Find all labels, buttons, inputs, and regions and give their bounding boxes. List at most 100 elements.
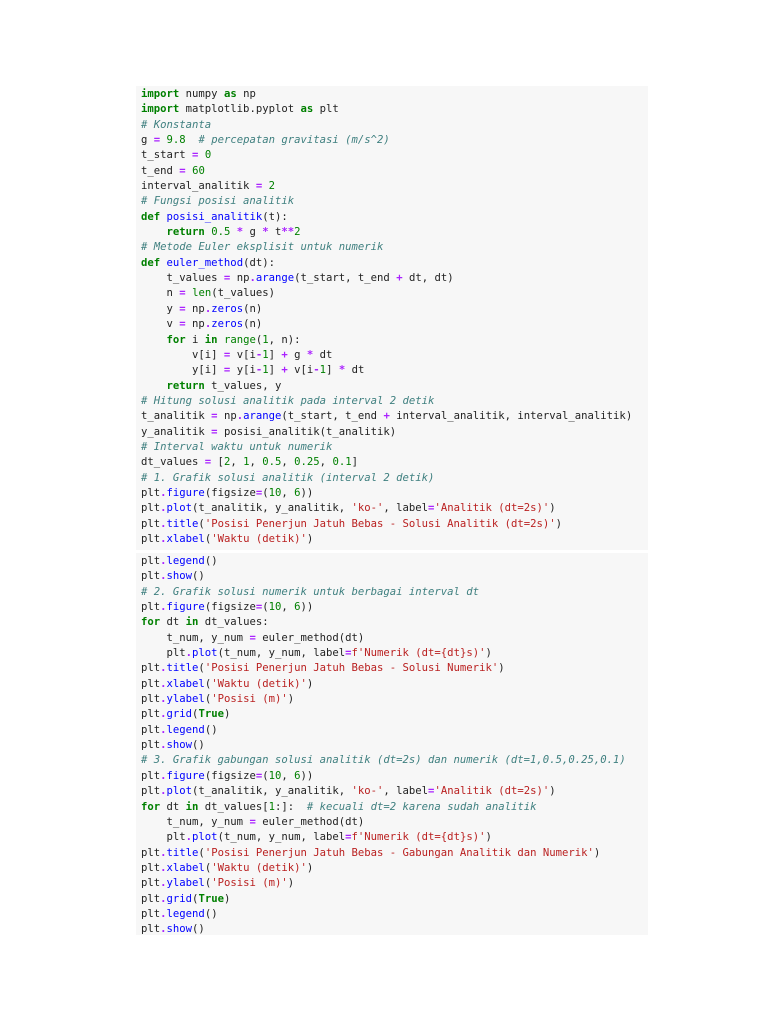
code-token: np (185, 302, 205, 315)
code-token: , (281, 601, 295, 614)
code-token: f'Numerik (dt={dt}s)' (351, 831, 486, 844)
code-token: plt (141, 677, 161, 690)
code-token: (t_start, t_end (281, 410, 384, 423)
code-token: # Konstanta (141, 118, 212, 131)
code-line: y[i] = y[i-1] + v[i-1] * dt (141, 363, 648, 378)
code-line: import matplotlib.pyplot as plt (141, 102, 648, 117)
code-token: grid (166, 708, 193, 721)
code-token: in (185, 616, 199, 629)
code-token: ] (351, 456, 358, 469)
code-token: 'ko-' (351, 785, 384, 798)
code-line: plt.plot(t_num, y_num, label=f'Numerik (… (141, 830, 648, 845)
code-token: ) (485, 647, 492, 660)
code-line: plt.grid(True) (141, 707, 648, 722)
code-token: v[i (287, 364, 314, 377)
code-line: plt.figure(figsize=(10, 6)) (141, 769, 648, 784)
code-token: plt (141, 708, 161, 721)
code-token: legend (166, 555, 205, 567)
code-token: posisi_analitik(t_analitik) (217, 425, 397, 438)
code-token: (t_analitik, y_analitik, (192, 502, 352, 515)
code-token: show (166, 570, 193, 583)
code-token: interval_analitik (141, 180, 256, 193)
code-token: import (141, 103, 180, 116)
code-token: dt_values: (198, 616, 269, 629)
code-token: xlabel (166, 677, 205, 690)
code-token: v[i] (141, 348, 224, 361)
code-token: # percepatan gravitasi (m/s^2) (198, 134, 390, 147)
code-token: plt (141, 517, 161, 530)
code-token: legend (166, 723, 205, 736)
code-token: plot (192, 647, 218, 660)
code-token: # Hitung solusi analitik pada interval 2… (141, 394, 435, 407)
code-line: v = np.zeros(n) (141, 317, 648, 332)
code-token: plt (141, 723, 161, 736)
code-token: dt (345, 364, 365, 377)
code-token: (figsize (204, 486, 256, 499)
code-line: import numpy as np (141, 87, 648, 102)
code-token: 'Analitik (dt=2s)' (434, 502, 550, 515)
code-token: t_num, y_num (141, 815, 250, 828)
code-token: ) (485, 831, 492, 844)
code-line: y = np.zeros(n) (141, 302, 648, 317)
code-token: , (319, 456, 333, 469)
code-token: t_values, y (204, 379, 282, 392)
code-line: v[i] = v[i-1] + g * dt (141, 348, 648, 363)
code-token: for (141, 800, 161, 813)
code-token: 2 (294, 226, 301, 239)
code-line: plt.show() (141, 922, 648, 935)
code-token: ) (223, 708, 231, 721)
code-token: ) (306, 677, 314, 690)
code-token: plt (141, 877, 161, 890)
code-line: for i in range(1, n): (141, 333, 648, 348)
code-token: ) (287, 693, 295, 706)
code-token: [ (211, 456, 224, 469)
code-line: plt.xlabel('Waktu (detik)') (141, 532, 648, 547)
code-token: plt (141, 486, 161, 499)
code-token: , label (383, 502, 429, 515)
code-token: i (185, 333, 205, 346)
code-token: () (204, 907, 218, 920)
code-token: figure (166, 769, 205, 782)
code-line: plt.show() (141, 569, 648, 584)
code-token: True (198, 892, 224, 905)
code-token: (t_values) (211, 287, 275, 300)
code-token: , (281, 456, 295, 469)
code-line: plt.show() (141, 738, 648, 753)
code-token: t_num, y_num (141, 631, 250, 644)
code-token: y_analitik (141, 425, 212, 438)
code-token: plt (141, 739, 161, 752)
code-token: dt (160, 800, 186, 813)
code-token: plt (141, 923, 161, 935)
code-token: v (141, 318, 180, 331)
code-token: plt (141, 769, 161, 782)
code-token: in (185, 800, 199, 813)
code-token: np (230, 272, 250, 285)
code-token: ) (498, 662, 505, 675)
code-token: ) (555, 517, 562, 530)
code-token: (n) (243, 302, 263, 315)
code-token: # 1. Grafik solusi analitik (interval 2 … (141, 471, 435, 484)
code-line: plt.figure(figsize=(10, 6)) (141, 600, 648, 615)
code-token: grid (166, 892, 193, 905)
code-token: return (166, 226, 205, 239)
code-token: )) (300, 601, 314, 614)
code-token: 60 (192, 164, 205, 177)
code-token: dt (313, 348, 333, 361)
code-line: plt.title('Posisi Penerjun Jatuh Bebas -… (141, 846, 648, 861)
code-line: # Metode Euler eksplisit untuk numerik (141, 240, 648, 255)
code-token: # Interval waktu untuk numerik (141, 440, 333, 453)
code-token: import (141, 88, 180, 100)
code-token: 9.8 (166, 134, 186, 147)
code-line: plt.grid(True) (141, 892, 648, 907)
code-token: (t_num, y_num, label (217, 831, 346, 844)
code-token: in (204, 333, 218, 346)
code-line: plt.figure(figsize=(10, 6)) (141, 486, 648, 501)
code-token: 0.25 (294, 456, 320, 469)
code-line: t_end = 60 (141, 164, 648, 179)
code-token: , (230, 456, 244, 469)
code-token: plt (141, 785, 161, 798)
code-token: len (192, 287, 212, 300)
code-token: arange (255, 272, 295, 285)
code-token: y[i] (141, 364, 224, 377)
